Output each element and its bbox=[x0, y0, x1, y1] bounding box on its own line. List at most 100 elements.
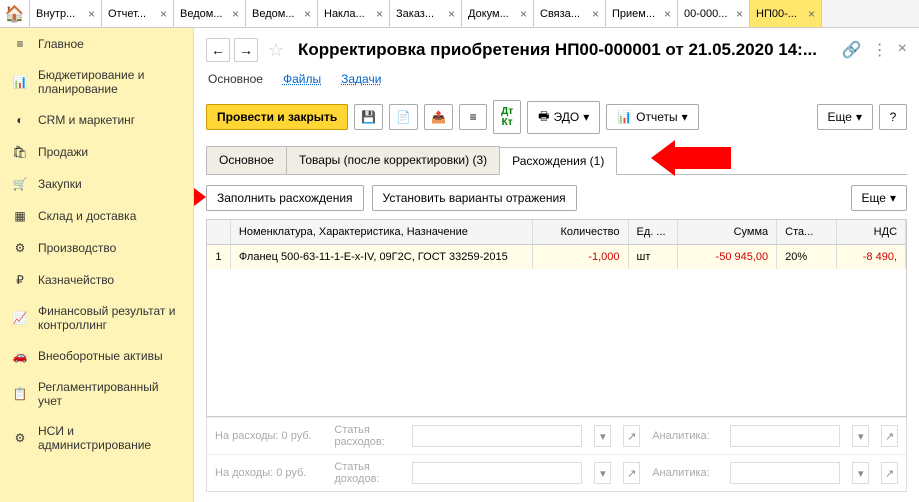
dropdown-icon[interactable]: ▾ bbox=[594, 425, 611, 447]
table-row[interactable]: 1 Фланец 500-63-11-1-Е-х-IV, 09Г2С, ГОСТ… bbox=[207, 245, 906, 269]
col-sum[interactable]: Сумма bbox=[678, 220, 777, 244]
col-unit[interactable]: Ед. ... bbox=[629, 220, 679, 244]
tab-0[interactable]: Внутр...× bbox=[30, 0, 102, 27]
close-icon[interactable]: × bbox=[304, 7, 311, 21]
tab-main[interactable]: Основное bbox=[206, 146, 287, 174]
tab-4[interactable]: Накла...× bbox=[318, 0, 390, 27]
tab-8[interactable]: Прием...× bbox=[606, 0, 678, 27]
open-icon[interactable]: ↗ bbox=[623, 462, 640, 484]
sidebar-item-treasury[interactable]: ₽Казначейство bbox=[0, 264, 193, 296]
tab-3[interactable]: Ведом...× bbox=[246, 0, 318, 27]
open-icon[interactable]: ↗ bbox=[881, 425, 898, 447]
diff-table: Номенклатура, Характеристика, Назначение… bbox=[206, 219, 907, 417]
sidebar-item-warehouse[interactable]: ▦Склад и доставка bbox=[0, 200, 193, 232]
tab-diff[interactable]: Расхождения (1) bbox=[499, 147, 617, 175]
close-icon[interactable]: × bbox=[88, 7, 95, 21]
sidebar-item-regulated[interactable]: 📋Регламентированный учет bbox=[0, 372, 193, 416]
dropdown-icon[interactable]: ▾ bbox=[852, 462, 869, 484]
favorite-icon[interactable]: ☆ bbox=[268, 40, 292, 61]
bars-icon: 📈 bbox=[10, 310, 30, 326]
back-button[interactable]: ← bbox=[206, 38, 230, 62]
forward-button[interactable]: → bbox=[234, 38, 258, 62]
expense-label: На расходы: 0 руб. bbox=[215, 430, 322, 442]
dropdown-icon[interactable]: ▾ bbox=[852, 425, 869, 447]
bag-icon: 🛍 bbox=[10, 144, 30, 160]
income-label: На доходы: 0 руб. bbox=[215, 467, 322, 479]
subnav-tasks[interactable]: Задачи bbox=[341, 72, 381, 86]
analytics-label: Аналитика: bbox=[652, 467, 718, 479]
tab-2[interactable]: Ведом...× bbox=[174, 0, 246, 27]
close-icon[interactable]: × bbox=[376, 7, 383, 21]
sidebar-item-production[interactable]: ⚙Производство bbox=[0, 232, 193, 264]
more-icon[interactable]: ⋮ bbox=[872, 40, 888, 60]
article2-label: Статья доходов: bbox=[334, 461, 400, 485]
settings-icon: ⚙ bbox=[10, 430, 30, 446]
close-icon[interactable]: × bbox=[520, 7, 527, 21]
sidebar-item-main[interactable]: ≡Главное bbox=[0, 28, 193, 60]
tab-10[interactable]: НП00-...× bbox=[750, 0, 822, 27]
sidebar-item-crm[interactable]: ◐CRM и маркетинг bbox=[0, 104, 193, 136]
income-article-input[interactable] bbox=[412, 462, 582, 484]
close-icon[interactable]: × bbox=[808, 7, 815, 21]
clipboard-icon: 📋 bbox=[10, 386, 30, 402]
income-analytics-input[interactable] bbox=[730, 462, 840, 484]
sidebar-item-sales[interactable]: 🛍Продажи bbox=[0, 136, 193, 168]
sidebar-item-purchases[interactable]: 🛒Закупки bbox=[0, 168, 193, 200]
help-button[interactable]: ? bbox=[879, 104, 907, 130]
col-quantity[interactable]: Количество bbox=[533, 220, 628, 244]
home-tab[interactable]: 🏠 bbox=[0, 0, 30, 27]
article-label: Статья расходов: bbox=[334, 424, 400, 448]
subnav-files[interactable]: Файлы bbox=[283, 72, 321, 86]
close-icon[interactable]: × bbox=[664, 7, 671, 21]
set-variants-button[interactable]: Установить варианты отражения bbox=[372, 185, 577, 211]
list-button[interactable]: ≡ bbox=[459, 104, 487, 130]
page-title: Корректировка приобретения НП00-000001 о… bbox=[298, 40, 842, 60]
dropdown-icon[interactable]: ▾ bbox=[594, 462, 611, 484]
sidebar-item-nsi[interactable]: ⚙НСИ и администрирование bbox=[0, 416, 193, 460]
export-button[interactable]: 📤 bbox=[424, 104, 453, 130]
subnav-main[interactable]: Основное bbox=[208, 72, 263, 86]
close-icon[interactable]: × bbox=[232, 7, 239, 21]
col-rate[interactable]: Ста... bbox=[777, 220, 836, 244]
pie-icon: ◐ bbox=[10, 112, 30, 128]
close-icon[interactable]: × bbox=[592, 7, 599, 21]
open-icon[interactable]: ↗ bbox=[623, 425, 640, 447]
close-icon[interactable]: × bbox=[160, 7, 167, 21]
expense-article-input[interactable] bbox=[412, 425, 582, 447]
reports-button[interactable]: 📊 Отчеты ▾ bbox=[606, 104, 698, 130]
run-close-button[interactable]: Провести и закрыть bbox=[206, 104, 348, 130]
close-icon[interactable]: × bbox=[898, 40, 907, 60]
edo-button[interactable]: 🖶 ЭДО ▾ bbox=[527, 101, 600, 134]
tab-5[interactable]: Заказ...× bbox=[390, 0, 462, 27]
sidebar-item-budget[interactable]: 📊Бюджетирование и планирование bbox=[0, 60, 193, 104]
close-icon[interactable]: × bbox=[736, 7, 743, 21]
grid-icon: ▦ bbox=[10, 208, 30, 224]
fill-diff-button[interactable]: Заполнить расхождения bbox=[206, 185, 364, 211]
close-icon[interactable]: × bbox=[448, 7, 455, 21]
tab-7[interactable]: Связа...× bbox=[534, 0, 606, 27]
link-icon[interactable]: 🔗 bbox=[842, 40, 862, 60]
col-nomenclature[interactable]: Номенклатура, Характеристика, Назначение bbox=[231, 220, 534, 244]
save-button[interactable]: 💾 bbox=[354, 104, 383, 130]
gear-icon: ⚙ bbox=[10, 240, 30, 256]
car-icon: 🚗 bbox=[10, 348, 30, 364]
sidebar: ≡Главное 📊Бюджетирование и планирование … bbox=[0, 28, 194, 502]
more-button-2[interactable]: Еще ▾ bbox=[851, 185, 907, 211]
post-button[interactable]: 📄 bbox=[389, 104, 418, 130]
more-button[interactable]: Еще ▾ bbox=[817, 104, 873, 130]
sidebar-item-finresult[interactable]: 📈Финансовый результат и контроллинг bbox=[0, 296, 193, 340]
col-vat[interactable]: НДС bbox=[837, 220, 906, 244]
cart-icon: 🛒 bbox=[10, 176, 30, 192]
menu-icon: ≡ bbox=[10, 36, 30, 52]
open-icon[interactable]: ↗ bbox=[881, 462, 898, 484]
tab-1[interactable]: Отчет...× bbox=[102, 0, 174, 27]
col-num[interactable] bbox=[207, 220, 231, 244]
tab-9[interactable]: 00-000...× bbox=[678, 0, 750, 27]
expense-analytics-input[interactable] bbox=[730, 425, 840, 447]
tab-goods[interactable]: Товары (после корректировки) (3) bbox=[286, 146, 500, 174]
tab-6[interactable]: Докум...× bbox=[462, 0, 534, 27]
analytics-label: Аналитика: bbox=[652, 430, 718, 442]
dtct-button[interactable]: ДтКт bbox=[493, 100, 521, 134]
ruble-icon: ₽ bbox=[10, 272, 30, 288]
sidebar-item-assets[interactable]: 🚗Внеоборотные активы bbox=[0, 340, 193, 372]
